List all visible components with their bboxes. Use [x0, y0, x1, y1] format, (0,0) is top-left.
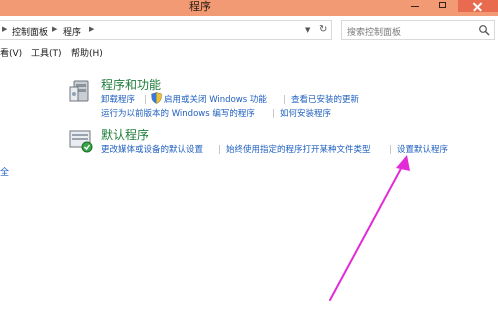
- annotation-arrow: [329, 155, 410, 301]
